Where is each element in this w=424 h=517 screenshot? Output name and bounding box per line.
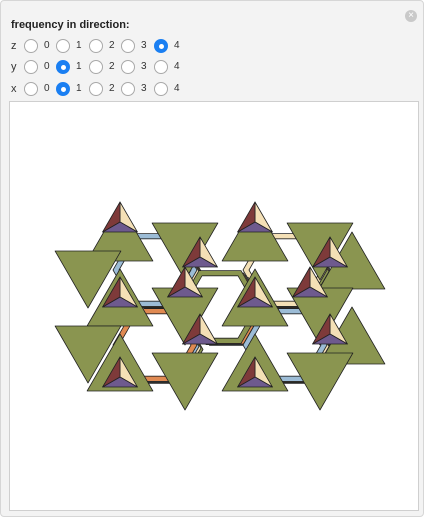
hexagonal-lattice-graphic: [54, 201, 386, 411]
radio-circle[interactable]: [154, 39, 168, 53]
graphics-canvas[interactable]: [9, 101, 419, 511]
option-label: 0: [44, 61, 50, 72]
radio-circle[interactable]: [89, 60, 103, 74]
axis-label: z: [11, 40, 17, 52]
option-label: 0: [44, 40, 50, 51]
axis-label: y: [11, 61, 17, 73]
radio-circle[interactable]: [154, 82, 168, 96]
option-label: 1: [76, 83, 82, 94]
radio-circle[interactable]: [121, 82, 135, 96]
radio-circle[interactable]: [121, 60, 135, 74]
option-label: 3: [141, 61, 147, 72]
radio-circle[interactable]: [24, 39, 38, 53]
radio-circle[interactable]: [24, 82, 38, 96]
option-label: 0: [44, 83, 50, 94]
option-label: 2: [109, 40, 115, 51]
option-label: 4: [174, 40, 180, 51]
radio-circle[interactable]: [56, 60, 70, 74]
close-icon[interactable]: ×: [405, 10, 417, 22]
option-label: 3: [141, 83, 147, 94]
radio-circle[interactable]: [56, 39, 70, 53]
option-label: 4: [174, 61, 180, 72]
radio-circle[interactable]: [89, 82, 103, 96]
axis-label: x: [11, 83, 17, 95]
controls-heading: frequency in direction:: [11, 19, 130, 31]
option-label: 4: [174, 83, 180, 94]
option-label: 2: [109, 83, 115, 94]
radio-circle[interactable]: [89, 39, 103, 53]
radio-circle[interactable]: [121, 39, 135, 53]
manipulate-panel: × frequency in direction: z 0 1 2 3 4 y …: [0, 0, 424, 517]
radio-circle[interactable]: [56, 82, 70, 96]
radio-circle[interactable]: [24, 60, 38, 74]
option-label: 3: [141, 40, 147, 51]
option-label: 1: [76, 40, 82, 51]
option-label: 1: [76, 61, 82, 72]
option-label: 2: [109, 61, 115, 72]
radio-circle[interactable]: [154, 60, 168, 74]
